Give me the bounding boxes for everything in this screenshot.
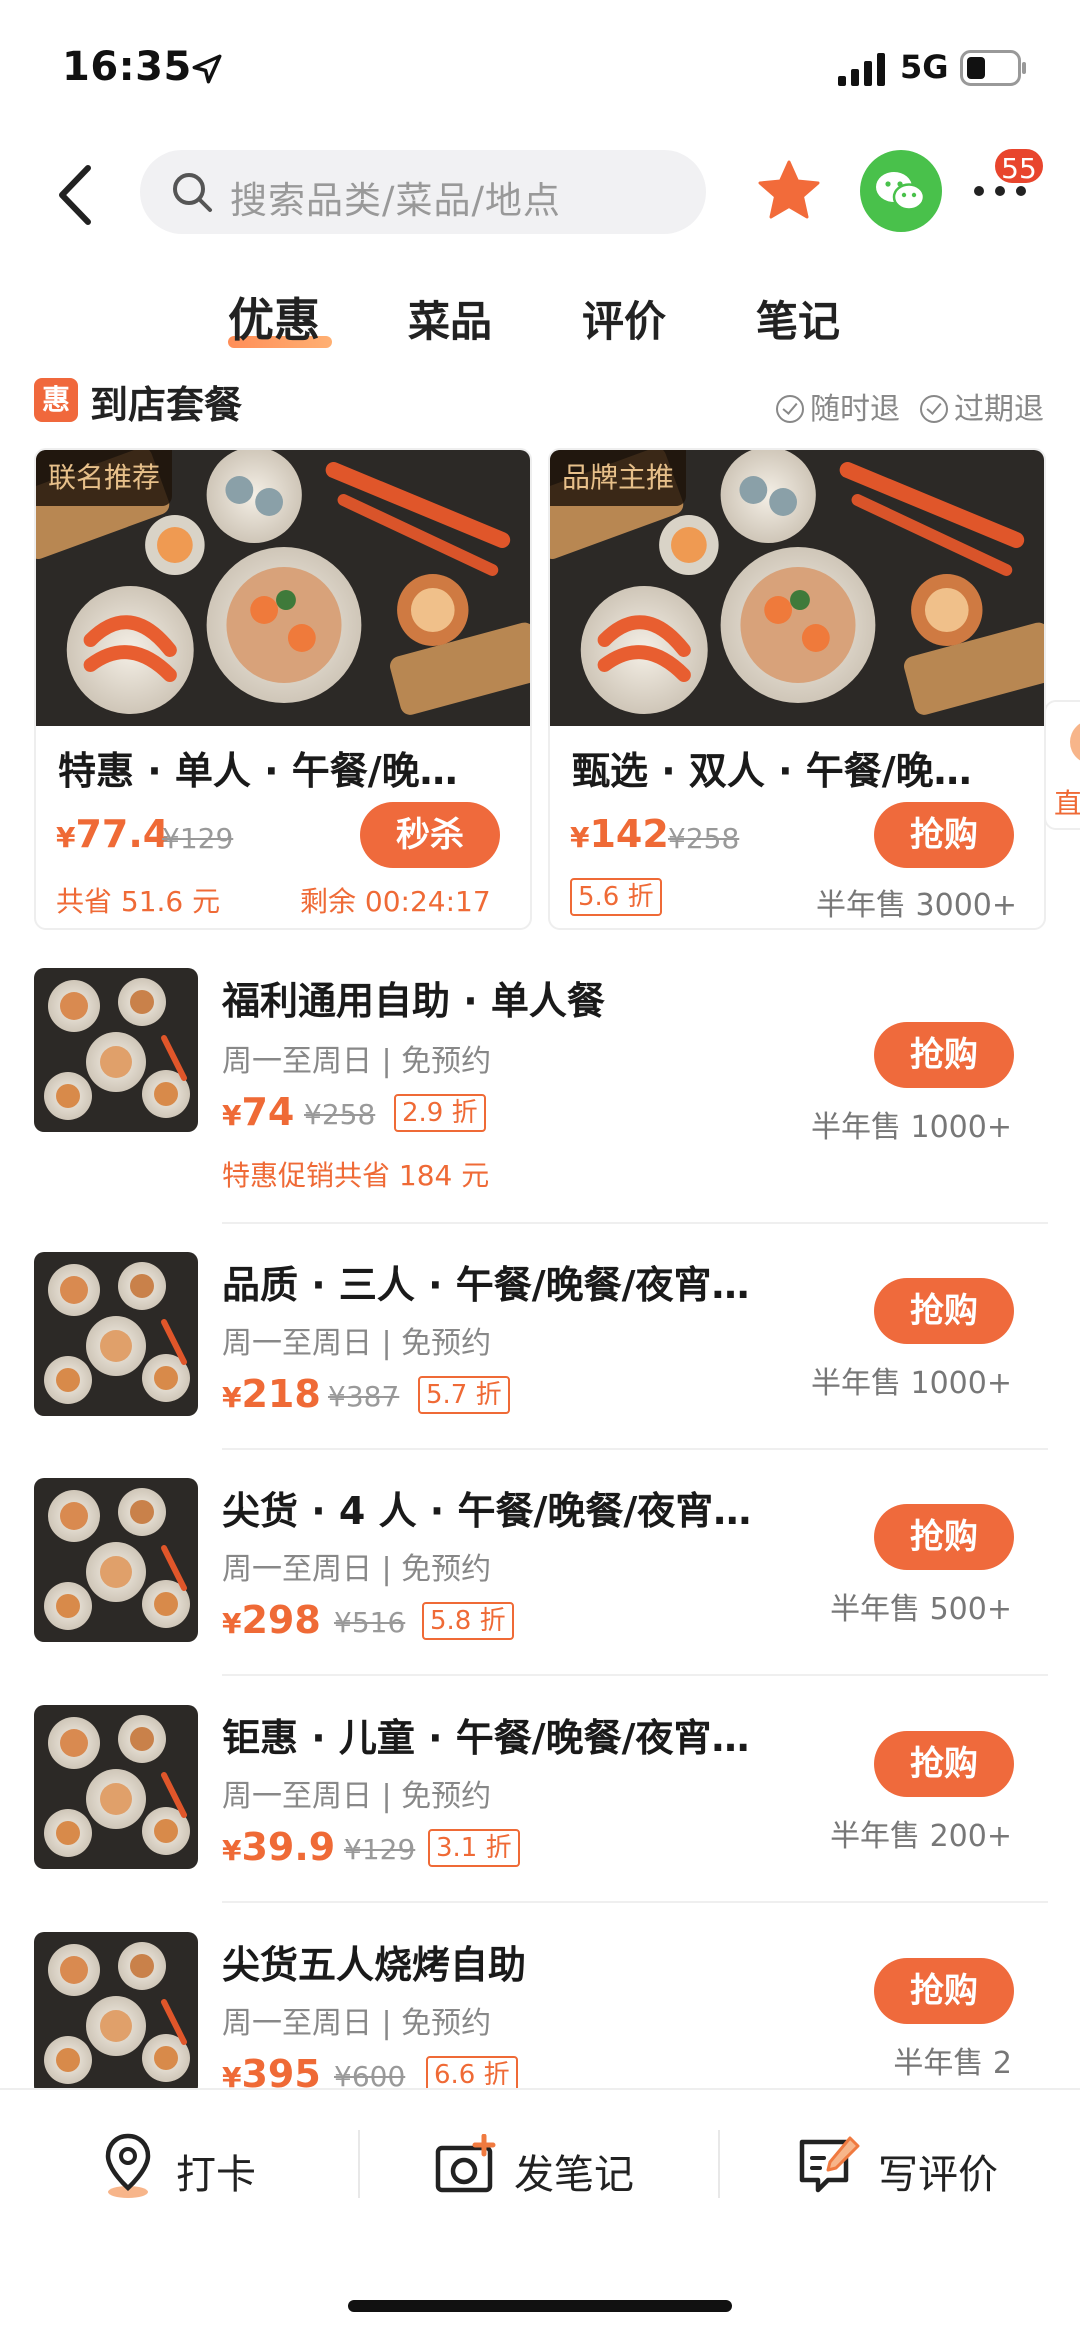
item-original-price: ¥129 [344, 1833, 416, 1866]
item-title: 钜惠 · 儿童 · 午餐/晚餐/夜宵… [222, 1716, 750, 1760]
card-saving: 共省 51.6 元 [56, 885, 221, 918]
card-tag: 品牌主推 [550, 450, 687, 506]
item-meta: 周一至周日 | 免预约 [222, 2006, 492, 2041]
notification-badge: 55 [992, 146, 1046, 186]
network-label: 5G [900, 48, 949, 86]
section-title: 到店套餐 [90, 383, 243, 427]
featured-card-peek[interactable]: 直 [1044, 700, 1080, 830]
card-title: 特惠 · 单人 · 午餐/晚… [58, 749, 458, 793]
item-original-price: ¥516 [334, 1606, 406, 1639]
location-pin-icon [105, 2133, 151, 2198]
item-meta: 周一至周日 | 免预约 [222, 1044, 492, 1079]
peek-label: 直 [1054, 787, 1080, 820]
card-sold-count: 半年售 3000+ [816, 888, 1018, 923]
post-note-button[interactable]: 发笔记 [434, 2130, 654, 2210]
write-review-button[interactable]: 写评价 [798, 2130, 1018, 2210]
policy-refund-anytime: 随时退 [776, 384, 900, 428]
wechat-share-button[interactable] [860, 150, 942, 232]
buy-button[interactable]: 抢购 [874, 1278, 1014, 1344]
item-title: 尖货五人烧烤自助 [222, 1943, 527, 1987]
featured-card[interactable]: 品牌主推 甄选 · 双人 · 午餐/晚… ¥142 ¥258 抢购 5.6 折 … [548, 448, 1046, 930]
policy-refund-expired: 过期退 [920, 384, 1044, 428]
divider [222, 1222, 1048, 1224]
check-circle-icon [776, 395, 804, 423]
peek-icon [1070, 720, 1080, 764]
item-discount: 2.9 折 [394, 1094, 486, 1132]
item-meta: 周一至周日 | 免预约 [222, 1552, 492, 1587]
post-note-label: 发笔记 [514, 2152, 634, 2198]
buy-button[interactable]: 抢购 [874, 1958, 1014, 2024]
item-original-price: ¥387 [328, 1380, 400, 1413]
item-title: 品质 · 三人 · 午餐/晚餐/夜宵… [222, 1263, 750, 1307]
signal-icon [838, 53, 885, 86]
status-time: 16:35 [62, 44, 192, 90]
item-sold-count: 半年售 500+ [830, 1592, 1012, 1627]
food-thumbnail [34, 968, 198, 1132]
tab-youhui[interactable]: 优惠 [228, 284, 320, 350]
write-review-label: 写评价 [878, 2152, 998, 2198]
food-thumbnail [34, 1932, 198, 2096]
item-discount: 5.7 折 [418, 1376, 510, 1414]
tab-caipin[interactable]: 菜品 [408, 288, 492, 349]
card-original-price: ¥129 [162, 822, 234, 855]
discount-badge-icon: 惠 [34, 378, 78, 422]
search-icon [173, 173, 212, 212]
item-meta: 周一至周日 | 免预约 [222, 1326, 492, 1361]
item-meta: 周一至周日 | 免预约 [222, 1779, 492, 1814]
location-arrow-icon [192, 54, 222, 84]
buy-button[interactable]: 抢购 [874, 1022, 1014, 1088]
buy-button[interactable]: 抢购 [874, 1504, 1014, 1570]
card-title: 甄选 · 双人 · 午餐/晚… [572, 749, 972, 793]
wechat-icon [876, 172, 926, 211]
buy-button[interactable]: 抢购 [874, 802, 1014, 868]
item-sold-count: 半年售 1000+ [810, 1110, 1012, 1145]
food-thumbnail [34, 1478, 198, 1642]
item-discount: 3.1 折 [428, 1829, 520, 1867]
card-price: ¥142 [570, 812, 669, 856]
edit-review-icon [799, 2136, 860, 2193]
home-indicator [348, 2300, 732, 2312]
tab-pingjia[interactable]: 评价 [582, 288, 666, 349]
card-original-price: ¥258 [668, 822, 740, 855]
battery-icon [960, 50, 1026, 86]
card-discount: 5.6 折 [570, 878, 662, 916]
divider [222, 1901, 1048, 1903]
tab-bar: 优惠 菜品 评价 笔记 [0, 280, 1080, 360]
favorite-star-icon[interactable] [756, 158, 822, 224]
divider [222, 1674, 1048, 1676]
item-original-price: ¥258 [304, 1098, 376, 1131]
item-sold-count: 半年售 200+ [830, 1819, 1012, 1854]
camera-plus-icon [435, 2134, 496, 2193]
search-placeholder: 搜索品类/菜品/地点 [230, 179, 561, 222]
item-title: 尖货 · 4 人 · 午餐/晚餐/夜宵… [222, 1489, 752, 1533]
status-bar: 16:35 5G [0, 0, 1080, 130]
item-discount: 5.8 折 [422, 1602, 514, 1640]
checkin-label: 打卡 [176, 2152, 256, 2198]
food-thumbnail [34, 1705, 198, 1869]
item-price: ¥39.9 [222, 1825, 336, 1869]
item-sold-count: 半年售 2 [893, 2046, 1012, 2081]
separator [358, 2130, 360, 2198]
card-tag: 联名推荐 [36, 450, 173, 506]
item-title: 福利通用自助 · 单人餐 [222, 979, 605, 1023]
back-icon[interactable] [50, 160, 100, 230]
item-price: ¥74 [222, 1090, 295, 1134]
flash-sale-button[interactable]: 秒杀 [360, 802, 500, 868]
search-input[interactable]: 搜索品类/菜品/地点 [140, 150, 706, 234]
featured-card[interactable]: 联名推荐 特惠 · 单人 · 午餐/晚… ¥77.4 ¥129 秒杀 共省 51… [34, 448, 532, 930]
tab-biji[interactable]: 笔记 [756, 288, 840, 349]
buy-button[interactable]: 抢购 [874, 1731, 1014, 1797]
item-price: ¥298 [222, 1598, 321, 1642]
item-sold-count: 半年售 1000+ [810, 1366, 1012, 1401]
food-thumbnail [34, 1252, 198, 1416]
checkin-button[interactable]: 打卡 [100, 2130, 280, 2210]
check-circle-icon [920, 395, 948, 423]
card-price: ¥77.4 [56, 812, 170, 856]
item-promo: 特惠促销共省 184 元 [222, 1159, 490, 1192]
card-countdown: 剩余 00:24:17 [300, 885, 491, 918]
divider [222, 1448, 1048, 1450]
item-price: ¥218 [222, 1372, 321, 1416]
separator [718, 2130, 720, 2198]
